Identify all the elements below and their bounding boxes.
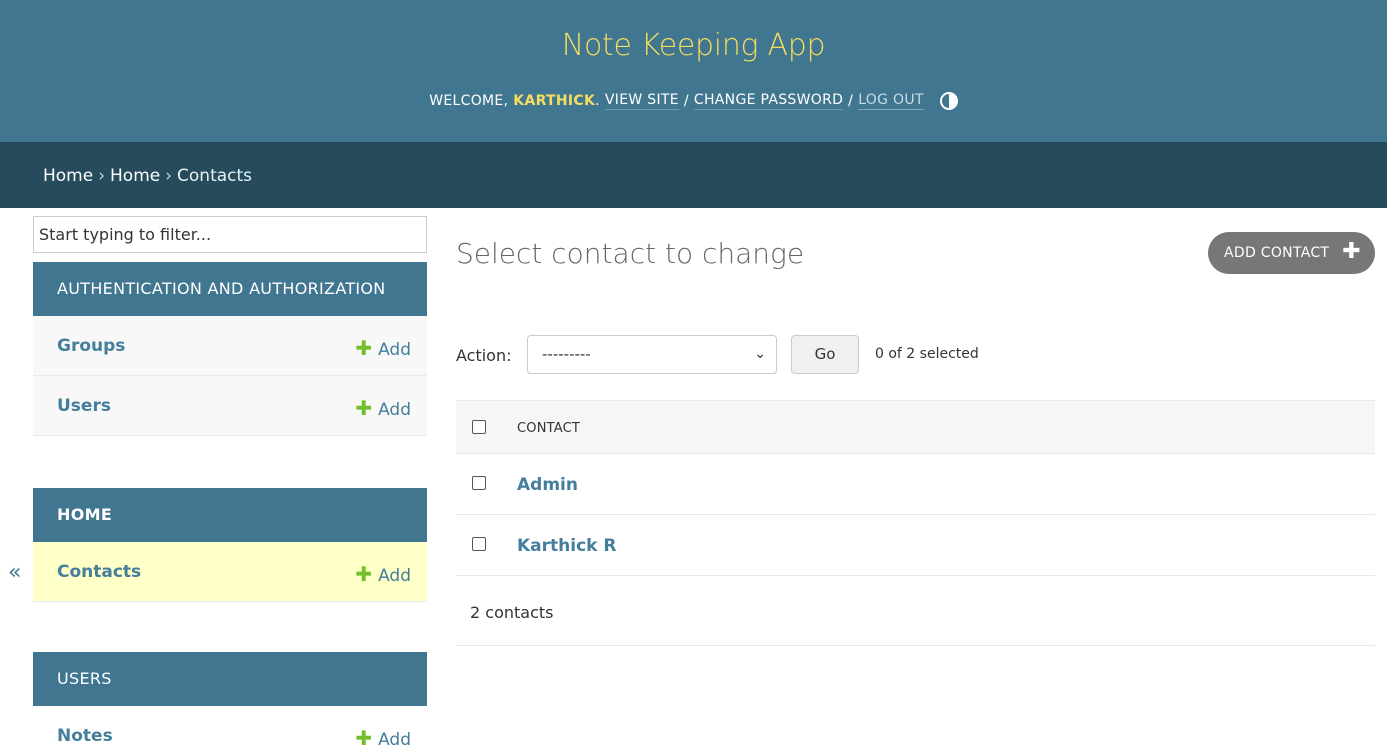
result-count: 2 contacts — [470, 603, 554, 622]
username: KARTHICK — [513, 93, 596, 109]
plus-icon: ✚ — [355, 336, 373, 360]
add-label: Add — [378, 566, 411, 586]
plus-icon: ✚ — [1342, 239, 1361, 264]
page-title: Select contact to change — [456, 237, 805, 270]
module-caption-home[interactable]: HOME — [33, 488, 427, 542]
action-label: Action: — [456, 346, 512, 365]
add-groups-link[interactable]: ✚ Add — [355, 336, 411, 360]
go-button[interactable]: Go — [791, 335, 859, 374]
chevron-down-icon: ⌄ — [754, 346, 766, 362]
welcome-period: . — [595, 93, 600, 109]
log-out-link[interactable]: LOG OUT — [858, 92, 924, 110]
sidebar-item-contacts: Contacts ✚ Add — [33, 542, 427, 602]
nav-filter-input[interactable] — [33, 216, 427, 253]
sidebar-item-users: Users ✚ Add — [33, 376, 427, 436]
action-select[interactable]: --------- ⌄ — [527, 335, 777, 374]
breadcrumb-separator: › — [165, 166, 173, 186]
contact-link[interactable]: Admin — [517, 475, 578, 495]
breadcrumb: Home › Home › Contacts — [0, 142, 1387, 208]
contact-link[interactable]: Karthick R — [517, 536, 616, 556]
selection-counter: 0 of 2 selected — [875, 346, 979, 362]
breadcrumb-home[interactable]: Home — [43, 166, 93, 186]
action-selected-value: --------- — [542, 345, 591, 363]
column-header-contact[interactable]: CONTACT — [517, 421, 580, 436]
plus-icon: ✚ — [355, 562, 373, 586]
site-header: Note Keeping App WELCOME, KARTHICK. VIEW… — [0, 0, 1387, 142]
separator: / — [683, 93, 689, 109]
add-notes-link[interactable]: ✚ Add — [355, 726, 411, 750]
breadcrumb-current: Contacts — [177, 166, 253, 186]
sidebar-toggle-button[interactable]: « — [8, 560, 28, 585]
change-password-link[interactable]: CHANGE PASSWORD — [693, 92, 844, 110]
paginator: 2 contacts — [456, 576, 1375, 646]
site-title[interactable]: Note Keeping App — [0, 28, 1387, 63]
sidebar-item-label[interactable]: Groups — [57, 336, 125, 356]
add-label: Add — [378, 730, 411, 750]
sidebar-item-label[interactable]: Users — [57, 396, 111, 416]
add-users-link[interactable]: ✚ Add — [355, 396, 411, 420]
add-label: Add — [378, 400, 411, 420]
row-checkbox[interactable] — [472, 476, 486, 490]
table-row: Admin — [456, 454, 1375, 515]
view-site-link[interactable]: VIEW SITE — [604, 92, 679, 110]
welcome-text: WELCOME, — [429, 93, 509, 109]
add-contacts-link[interactable]: ✚ Add — [355, 562, 411, 586]
separator: / — [848, 93, 854, 109]
sidebar-item-label[interactable]: Contacts — [57, 562, 141, 582]
table-row: Karthick R — [456, 515, 1375, 576]
user-tools: WELCOME, KARTHICK. VIEW SITE / CHANGE PA… — [0, 92, 1387, 110]
sidebar-item-notes: Notes ✚ Add — [33, 706, 427, 754]
breadcrumb-separator: › — [98, 166, 106, 186]
add-contact-label: ADD CONTACT — [1224, 245, 1330, 261]
module-caption-users[interactable]: USERS — [33, 652, 427, 706]
sidebar-item-groups: Groups ✚ Add — [33, 316, 427, 376]
add-contact-button[interactable]: ADD CONTACT ✚ — [1208, 232, 1375, 274]
add-label: Add — [378, 340, 411, 360]
row-checkbox[interactable] — [472, 537, 486, 551]
plus-icon: ✚ — [355, 396, 373, 420]
sidebar-item-label[interactable]: Notes — [57, 726, 113, 746]
table-header: CONTACT — [456, 400, 1375, 454]
breadcrumb-home-app[interactable]: Home — [110, 166, 160, 186]
theme-toggle-icon[interactable] — [939, 92, 958, 110]
select-all-checkbox[interactable] — [472, 420, 486, 434]
module-caption-auth[interactable]: AUTHENTICATION AND AUTHORIZATION — [33, 262, 427, 316]
plus-icon: ✚ — [355, 726, 373, 750]
